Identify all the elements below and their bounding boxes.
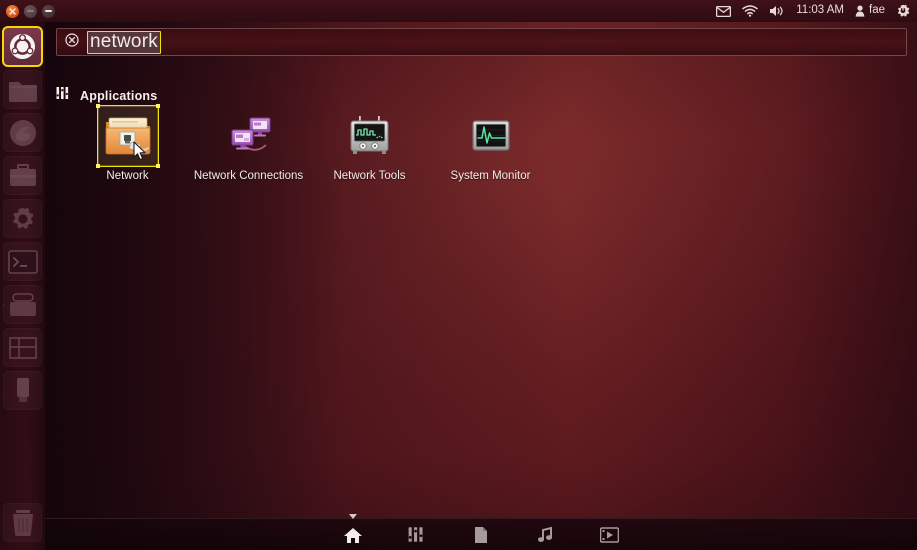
lens-applications[interactable] (404, 524, 430, 546)
result-label: Network Connections (193, 170, 304, 182)
music-note-icon (538, 526, 552, 542)
result-label: Network Tools (333, 170, 406, 182)
result-network-connections[interactable]: Network Connections (188, 108, 309, 183)
launcher-item-ubuntu-dash-button[interactable] (2, 26, 43, 67)
firefox-icon (9, 119, 36, 146)
network-indicator[interactable] (742, 5, 758, 17)
dash-results-grid: Network Network Connections Network Tool… (67, 104, 907, 183)
power-gear-icon (898, 4, 910, 17)
search-input-value: network (90, 30, 158, 52)
applications-lens-icon (56, 86, 71, 105)
device-icon (16, 377, 29, 402)
launcher-item-usb-device[interactable] (3, 371, 42, 410)
gear-icon (12, 207, 33, 229)
launcher-item-terminal[interactable] (3, 242, 42, 281)
running-indicator-icon (3, 300, 4, 309)
wifi-icon (742, 5, 758, 17)
dash-lens-bar (45, 513, 917, 550)
network-folder-icon (95, 104, 160, 168)
envelope-icon (716, 5, 732, 17)
dash-search-bar[interactable]: network (56, 28, 907, 56)
file-icon (475, 526, 487, 543)
result-network-tools[interactable]: Network Tools (309, 108, 430, 183)
minimize-icon (27, 10, 34, 12)
clear-circle-icon[interactable] (65, 32, 79, 52)
launcher-item-software-center[interactable] (3, 156, 42, 195)
volume-indicator[interactable] (769, 5, 785, 17)
top-panel: 11:03 AM fae (0, 0, 917, 22)
unity-dash: network Applications Network Network Con… (45, 22, 917, 550)
launcher-item-firefox[interactable] (3, 113, 42, 152)
ubuntu-logo-icon (9, 33, 36, 60)
lens-music[interactable] (532, 524, 558, 546)
clock-label: 11:03 AM (796, 4, 844, 17)
result-label: System Monitor (450, 170, 531, 182)
messaging-indicator[interactable] (716, 5, 732, 17)
session-indicator[interactable] (896, 4, 910, 18)
unity-launcher (0, 22, 45, 550)
lens-files[interactable] (468, 524, 494, 546)
minimize-button[interactable] (24, 4, 37, 18)
network-tools-icon (344, 110, 396, 162)
result-label: Network (106, 170, 149, 182)
user-icon (855, 5, 865, 17)
applications-icon (408, 527, 423, 542)
launcher-item-file-manager[interactable] (3, 70, 42, 109)
folder-icon (8, 81, 37, 102)
result-system-monitor[interactable]: System Monitor (430, 108, 551, 183)
user-label: fae (869, 4, 885, 17)
result-network[interactable]: Network (67, 104, 188, 183)
grid-icon (8, 336, 37, 359)
system-monitor-icon (465, 110, 517, 162)
launcher-item-workspace-switcher[interactable] (3, 285, 42, 324)
clock-indicator[interactable]: 11:03 AM (796, 5, 844, 17)
lens-home[interactable] (340, 513, 366, 546)
launcher-item-system-settings[interactable] (3, 199, 42, 238)
briefcase-icon (9, 163, 36, 186)
launcher-item-trash[interactable] (3, 503, 42, 542)
launcher-item-window-tiles[interactable] (3, 328, 42, 367)
network-connections-icon (223, 110, 275, 162)
results-group-header: Applications (56, 86, 157, 105)
terminal-icon (7, 249, 38, 274)
close-button[interactable] (6, 4, 19, 18)
home-icon (344, 527, 362, 543)
maximize-icon (45, 10, 52, 12)
panel-indicators: 11:03 AM fae (716, 4, 917, 18)
window-controls (0, 4, 55, 18)
user-indicator[interactable]: fae (855, 5, 885, 17)
trash-icon (12, 510, 33, 536)
group-title: Applications (80, 88, 158, 103)
lens-video[interactable] (596, 524, 622, 546)
active-lens-indicator (349, 513, 357, 519)
video-icon (599, 526, 619, 543)
desktop-screen: network Applications Network Network Con… (0, 0, 917, 550)
maximize-button[interactable] (42, 4, 55, 18)
close-icon (9, 7, 16, 15)
search-input[interactable]: network (87, 30, 161, 54)
window-icon (9, 292, 36, 316)
volume-icon (770, 6, 783, 16)
